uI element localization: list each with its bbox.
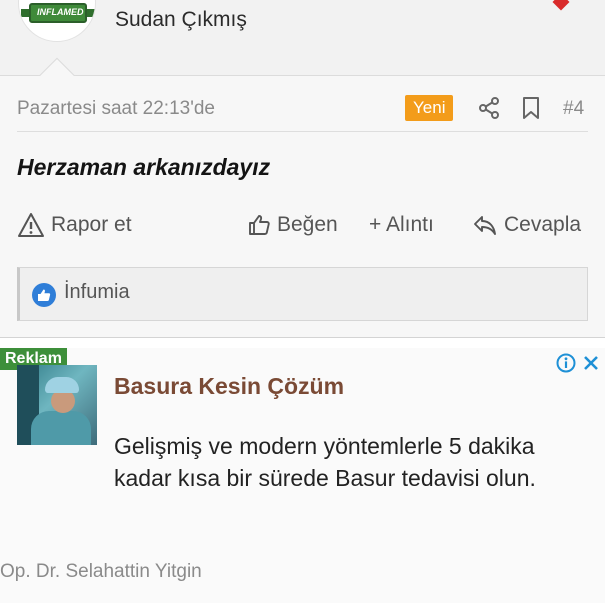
adchoices-info-icon[interactable] <box>556 353 576 373</box>
ad-description[interactable]: Gelişmiş ve modern yöntemlerle 5 dakika … <box>114 430 554 494</box>
author-name[interactable]: Sudan Çıkmış <box>115 8 247 32</box>
ad-close-icon[interactable] <box>582 354 600 372</box>
reactions-bar[interactable]: İnfumia <box>17 267 588 321</box>
post-author-header: INFLAMED Sudan Çıkmış <box>0 0 605 76</box>
like-reaction-icon <box>32 283 56 307</box>
post-number[interactable]: #4 <box>563 98 584 120</box>
post-meta-row: Pazartesi saat 22:13'de Yeni #4 <box>17 92 588 132</box>
ad-image[interactable] <box>17 365 97 445</box>
quote-label: + Alıntı <box>369 213 434 236</box>
bookmark-icon[interactable] <box>520 96 542 120</box>
reply-icon <box>474 216 496 235</box>
ad-source[interactable]: Op. Dr. Selahattin Yitgin <box>0 561 202 583</box>
report-label: Rapor et <box>51 213 132 236</box>
reaction-users[interactable]: İnfumia <box>64 281 130 304</box>
forum-thread-view: INFLAMED Sudan Çıkmış Pazartesi saat 22:… <box>0 0 605 603</box>
post-card: Pazartesi saat 22:13'de Yeni #4 Herzaman… <box>0 76 605 338</box>
unread-marker-icon <box>552 0 570 11</box>
share-icon[interactable] <box>477 96 501 120</box>
avatar[interactable]: INFLAMED <box>18 0 96 42</box>
reply-button[interactable]: Cevapla <box>472 210 581 240</box>
ad-block[interactable]: Reklam Basura Kesin Çözüm Gelişmiş ve mo… <box>0 348 605 603</box>
post-content: Herzaman arkanızdayız <box>17 154 271 180</box>
new-badge: Yeni <box>405 95 454 121</box>
avatar-badge-text: INFLAMED <box>37 7 84 17</box>
ad-image-figure-cap <box>45 377 79 393</box>
reply-label: Cevapla <box>504 213 582 236</box>
ad-title[interactable]: Basura Kesin Çözüm <box>114 373 344 400</box>
report-button[interactable]: Rapor et <box>17 210 132 240</box>
like-label: Beğen <box>277 213 338 236</box>
like-button[interactable]: Beğen <box>247 210 338 240</box>
avatar-badge: INFLAMED <box>29 3 87 23</box>
ad-image-figure-body <box>31 411 91 445</box>
thumbs-up-icon <box>249 215 270 235</box>
post-timestamp[interactable]: Pazartesi saat 22:13'de <box>17 98 215 120</box>
warning-icon <box>18 213 44 237</box>
quote-button[interactable]: + Alıntı <box>369 210 434 240</box>
post-actions: Rapor et Beğen + Alıntı Cevapla <box>17 210 588 240</box>
